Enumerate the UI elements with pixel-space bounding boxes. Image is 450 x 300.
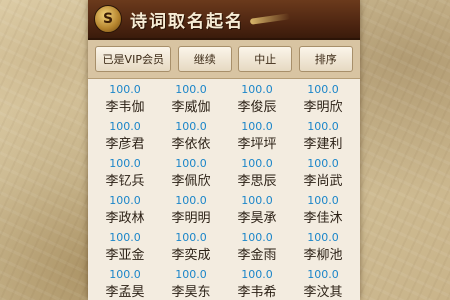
name-score: 100.0 [241, 231, 273, 244]
name-score: 100.0 [109, 120, 141, 133]
generated-name: 李钇兵 [105, 174, 145, 189]
name-result-item[interactable]: 100.0 李俊辰 [224, 81, 290, 118]
generated-name: 李奕成 [171, 248, 211, 263]
generated-name: 李俊辰 [237, 100, 277, 115]
name-score: 100.0 [175, 157, 207, 170]
name-score: 100.0 [241, 83, 273, 96]
name-result-item[interactable]: 100.0 李明明 [158, 192, 224, 229]
name-result-item[interactable]: 100.0 李奕成 [158, 229, 224, 266]
generated-name: 李威伽 [171, 100, 211, 115]
name-result-item[interactable]: 100.0 李政林 [92, 192, 158, 229]
name-score: 100.0 [307, 157, 339, 170]
stop-button[interactable]: 中止 [238, 46, 293, 72]
name-result-item[interactable]: 100.0 李柳池 [290, 229, 356, 266]
name-score: 100.0 [175, 231, 207, 244]
name-score: 100.0 [241, 268, 273, 281]
generated-name: 李依依 [171, 137, 211, 152]
generated-name: 李汶其 [303, 285, 343, 300]
name-result-item[interactable]: 100.0 李彦君 [92, 118, 158, 155]
generated-name: 李昊承 [237, 211, 277, 226]
generated-name: 李佩欣 [171, 174, 211, 189]
name-score: 100.0 [109, 231, 141, 244]
name-result-item[interactable]: 100.0 李钇兵 [92, 155, 158, 192]
generated-name: 李尚武 [303, 174, 343, 189]
title-bar: S 诗词取名起名 [88, 0, 360, 40]
name-result-item[interactable]: 100.0 李金雨 [224, 229, 290, 266]
name-result-item[interactable]: 100.0 李建利 [290, 118, 356, 155]
continue-button[interactable]: 继续 [177, 46, 232, 72]
name-score: 100.0 [241, 157, 273, 170]
generated-name: 李明明 [171, 211, 211, 226]
generated-name: 李亚金 [105, 248, 145, 263]
name-score: 100.0 [175, 120, 207, 133]
generated-name: 李思辰 [237, 174, 277, 189]
name-result-item[interactable]: 100.0 李依依 [158, 118, 224, 155]
generated-name: 李金雨 [237, 248, 277, 263]
name-result-item[interactable]: 100.0 李佳沐 [290, 192, 356, 229]
name-result-item[interactable]: 100.0 李韦伽 [92, 81, 158, 118]
name-result-item[interactable]: 100.0 李威伽 [158, 81, 224, 118]
generated-name: 李政林 [105, 211, 145, 226]
name-score: 100.0 [109, 194, 141, 207]
name-score: 100.0 [175, 83, 207, 96]
name-results-grid: 100.0 李韦伽 100.0 李威伽 100.0 李俊辰 100.0 李明欣 100.0 李彦君… [88, 79, 360, 300]
name-score: 100.0 [241, 194, 273, 207]
name-result-item[interactable]: 100.0 李明欣 [290, 81, 356, 118]
generated-name: 李韦伽 [105, 100, 145, 115]
generated-name: 李佳沐 [303, 211, 343, 226]
name-result-item[interactable]: 100.0 李尚武 [290, 155, 356, 192]
generated-name: 李孟昊 [105, 285, 145, 300]
name-result-item[interactable]: 100.0 李韦希 [224, 266, 290, 300]
generated-name: 李明欣 [303, 100, 343, 115]
generated-name: 李柳池 [303, 248, 343, 263]
coin-logo-icon: S [94, 5, 122, 33]
name-result-item[interactable]: 100.0 李汶其 [290, 266, 356, 300]
generated-name: 李昊东 [171, 285, 211, 300]
toolbar: 已是VIP会员 继续 中止 排序 [88, 40, 360, 79]
name-result-item[interactable]: 100.0 李昊承 [224, 192, 290, 229]
name-result-item[interactable]: 100.0 李思辰 [224, 155, 290, 192]
name-score: 100.0 [307, 268, 339, 281]
sort-button[interactable]: 排序 [298, 46, 353, 72]
name-score: 100.0 [175, 194, 207, 207]
name-score: 100.0 [307, 194, 339, 207]
app-window: S 诗词取名起名 已是VIP会员 继续 中止 排序 100.0 李韦伽 100.0 李… [88, 0, 360, 300]
generated-name: 李坪坪 [237, 137, 277, 152]
app-title: 诗词取名起名 [130, 11, 244, 32]
name-score: 100.0 [109, 83, 141, 96]
name-result-item[interactable]: 100.0 李孟昊 [92, 266, 158, 300]
name-result-item[interactable]: 100.0 李昊东 [158, 266, 224, 300]
name-score: 100.0 [109, 268, 141, 281]
brush-stroke-decoration [249, 13, 291, 25]
name-result-item[interactable]: 100.0 李佩欣 [158, 155, 224, 192]
name-result-item[interactable]: 100.0 李亚金 [92, 229, 158, 266]
name-score: 100.0 [109, 157, 141, 170]
name-score: 100.0 [307, 83, 339, 96]
vip-member-button[interactable]: 已是VIP会员 [95, 46, 172, 72]
name-result-item[interactable]: 100.0 李坪坪 [224, 118, 290, 155]
name-score: 100.0 [307, 231, 339, 244]
generated-name: 李韦希 [237, 285, 277, 300]
name-score: 100.0 [175, 268, 207, 281]
name-score: 100.0 [241, 120, 273, 133]
name-score: 100.0 [307, 120, 339, 133]
generated-name: 李彦君 [105, 137, 145, 152]
generated-name: 李建利 [303, 137, 343, 152]
